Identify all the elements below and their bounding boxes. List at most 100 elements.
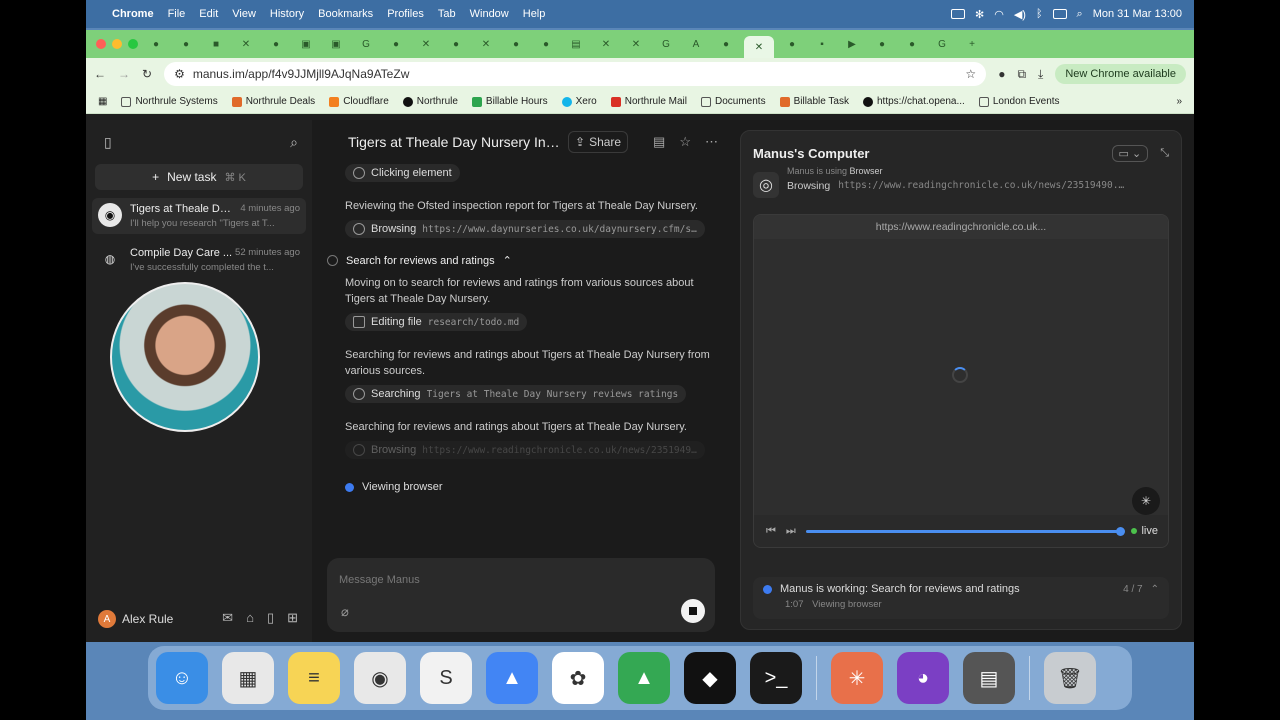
bluetooth-icon[interactable]: ᛒ: [1036, 8, 1043, 20]
extension-icon[interactable]: ●: [998, 67, 1005, 81]
browser-tab[interactable]: ✕: [234, 35, 258, 53]
bookmark[interactable]: Documents: [701, 96, 766, 107]
bookmark[interactable]: Northrule: [402, 96, 458, 107]
menu-file[interactable]: File: [168, 8, 186, 20]
google-ads-icon[interactable]: ▲: [486, 652, 538, 704]
menu-window[interactable]: Window: [470, 8, 509, 20]
phone-icon[interactable]: ▯: [267, 610, 274, 626]
menu-view[interactable]: View: [232, 8, 256, 20]
action-pill[interactable]: Clicking element: [345, 164, 460, 182]
menu-edit[interactable]: Edit: [199, 8, 218, 20]
forward-icon[interactable]: →: [118, 67, 130, 81]
search-icon[interactable]: ⌕: [290, 134, 298, 151]
browser-tab[interactable]: ●: [534, 35, 558, 53]
google-ads-2-icon[interactable]: ▲: [618, 652, 670, 704]
take-control-icon[interactable]: ✳: [1132, 487, 1160, 515]
browser-viewer[interactable]: https://www.readingchronicle.co.uk... ✳ …: [753, 214, 1169, 548]
search-icon[interactable]: ⌕: [1077, 8, 1083, 21]
task-status[interactable]: Manus is working: Search for reviews and…: [753, 577, 1169, 619]
book-icon[interactable]: ⊞: [287, 610, 298, 626]
new-tab-icon[interactable]: +: [960, 35, 984, 53]
back-icon[interactable]: ←: [94, 67, 106, 81]
file-icon[interactable]: ▤: [653, 134, 665, 150]
new-task-button[interactable]: + New task ⌘ K: [95, 164, 303, 190]
browser-tab[interactable]: ▣: [324, 35, 348, 53]
bookmark[interactable]: Billable Hours: [471, 96, 548, 107]
browser-tab[interactable]: G: [354, 35, 378, 53]
wifi-icon[interactable]: ◠: [994, 8, 1004, 21]
terminal-icon[interactable]: >_: [750, 652, 802, 704]
new-chrome-button[interactable]: New Chrome available: [1055, 64, 1186, 84]
screen-record-icon[interactable]: [950, 9, 965, 19]
claude-icon[interactable]: ✳: [831, 652, 883, 704]
reload-icon[interactable]: ↻: [142, 67, 152, 81]
user-profile[interactable]: A Alex Rule: [98, 610, 173, 628]
browser-tab[interactable]: G: [654, 35, 678, 53]
browser-tab[interactable]: ✕: [474, 35, 498, 53]
finder-icon[interactable]: ☺: [156, 652, 208, 704]
browser-tab[interactable]: ▶: [840, 35, 864, 53]
menu-app-name[interactable]: Chrome: [112, 8, 154, 20]
action-pill[interactable]: Editing file research/todo.md: [345, 313, 528, 331]
menu-profiles[interactable]: Profiles: [387, 8, 424, 20]
chevron-up-icon[interactable]: ⌃: [503, 254, 512, 267]
action-pill[interactable]: Browsing https://www.readingchronicle.co…: [345, 441, 705, 459]
browser-tab[interactable]: ▣: [294, 35, 318, 53]
chrome-icon[interactable]: ◉: [354, 652, 406, 704]
minimize-window-icon[interactable]: [112, 39, 122, 49]
browser-tab[interactable]: ●: [174, 35, 198, 53]
step-header[interactable]: Search for reviews and ratings ⌃: [327, 254, 712, 267]
browser-tab[interactable]: ✕: [624, 35, 648, 53]
browser-tab[interactable]: ✕: [414, 35, 438, 53]
bookmark[interactable]: London Events: [978, 96, 1060, 107]
extensions-puzzle-icon[interactable]: ⧉: [1017, 67, 1026, 82]
skip-back-icon[interactable]: ⏮: [766, 525, 776, 538]
message-placeholder[interactable]: Message Manus: [339, 574, 420, 586]
skip-forward-icon[interactable]: ⏭: [786, 525, 796, 538]
browser-tab[interactable]: ●: [504, 35, 528, 53]
star-icon[interactable]: ☆: [679, 134, 691, 150]
github-icon[interactable]: ◕: [897, 652, 949, 704]
bookmark[interactable]: Northrule Systems: [121, 96, 218, 107]
menu-help[interactable]: Help: [523, 8, 546, 20]
chatgpt-icon[interactable]: ✿: [552, 652, 604, 704]
menu-bookmarks[interactable]: Bookmarks: [318, 8, 373, 20]
task-item[interactable]: ◉ Tigers at Theale Da... 4 minutes ago I…: [92, 198, 306, 234]
menu-history[interactable]: History: [270, 8, 304, 20]
progress-handle[interactable]: [1116, 526, 1126, 536]
more-icon[interactable]: ⋯: [705, 134, 718, 150]
notes-icon[interactable]: ≡: [288, 652, 340, 704]
browser-tab[interactable]: G: [930, 35, 954, 53]
launchpad-icon[interactable]: ▦: [222, 652, 274, 704]
browser-tab[interactable]: ■: [204, 35, 228, 53]
bookmark[interactable]: Billable Task: [779, 96, 849, 107]
bookmark-star-icon[interactable]: ☆: [965, 67, 976, 81]
browser-tab[interactable]: ●: [384, 35, 408, 53]
home-icon[interactable]: ⌂: [246, 610, 254, 626]
menu-tab[interactable]: Tab: [438, 8, 456, 20]
browser-tab[interactable]: ●: [444, 35, 468, 53]
site-info-icon[interactable]: ⚙: [174, 67, 185, 81]
collapse-icon[interactable]: ⤡: [1160, 147, 1169, 160]
url-text[interactable]: manus.im/app/f4v9JJMjll9AJqNa9ATeZw: [193, 67, 410, 81]
progress-track[interactable]: [805, 526, 1126, 536]
battery-icon[interactable]: [1052, 9, 1067, 19]
attach-icon[interactable]: ⌀: [341, 604, 349, 620]
chevron-up-icon[interactable]: ⌃: [1151, 584, 1159, 595]
apps-grid-icon[interactable]: ▦: [98, 96, 107, 107]
address-bar[interactable]: ⚙ manus.im/app/f4v9JJMjll9AJqNa9ATeZw ☆: [164, 62, 987, 86]
gear-icon[interactable]: ✻: [975, 8, 984, 21]
mail-icon[interactable]: ✉: [222, 610, 233, 626]
browser-tab[interactable]: ●: [900, 35, 924, 53]
browser-tab[interactable]: ●: [870, 35, 894, 53]
active-tab-close-icon[interactable]: ✕: [744, 36, 774, 58]
volume-icon[interactable]: ◀): [1014, 8, 1026, 21]
unity-icon[interactable]: ◆: [684, 652, 736, 704]
browser-tab[interactable]: A: [684, 35, 708, 53]
task-item[interactable]: ◍ Compile Day Care ... 52 minutes ago I'…: [92, 242, 306, 278]
message-input[interactable]: Message Manus ⌀: [327, 558, 715, 632]
browser-tab[interactable]: ●: [264, 35, 288, 53]
browser-tab[interactable]: ●: [714, 35, 738, 53]
download-icon[interactable]: ⤓: [1038, 67, 1043, 82]
browser-tab[interactable]: ▤: [564, 35, 588, 53]
